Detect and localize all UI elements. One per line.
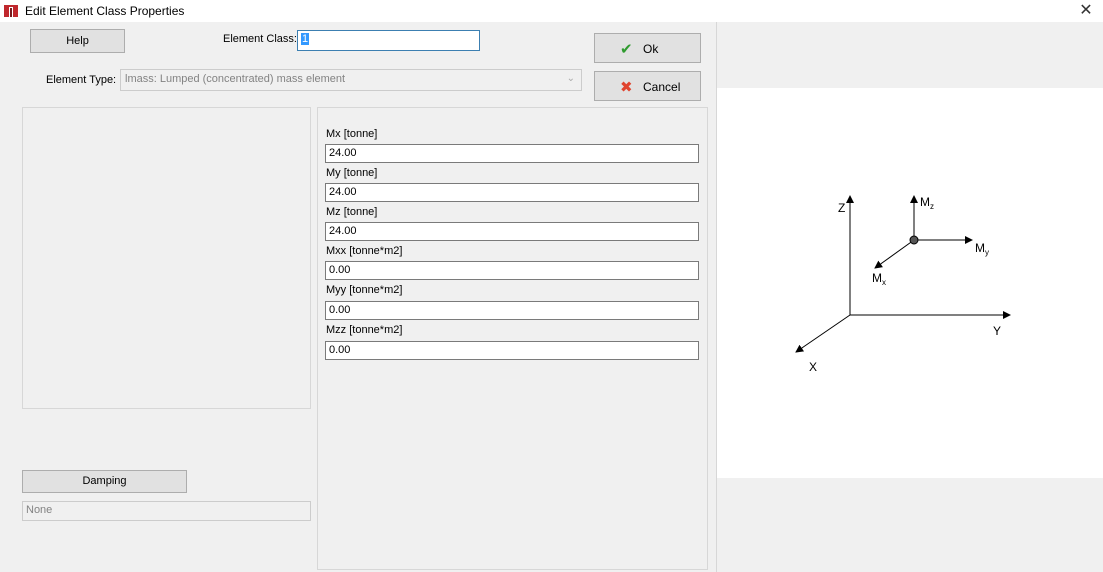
title-bar: Edit Element Class Properties ✕	[0, 0, 1103, 22]
mz-value: 24.00	[329, 225, 357, 237]
damping-field[interactable]: None	[22, 501, 311, 521]
element-class-label: Element Class:	[223, 33, 297, 45]
myy-value: 0.00	[329, 304, 351, 316]
myy-input[interactable]: 0.00	[325, 301, 699, 320]
mzz-label: Mzz [tonne*m2]	[326, 324, 403, 336]
my-input[interactable]: 24.00	[325, 183, 699, 202]
ok-button-label: Ok	[643, 42, 659, 56]
x-icon: ✖	[620, 79, 633, 96]
mx-arrow	[874, 239, 915, 269]
axis-x-label: X	[809, 360, 817, 374]
mxx-value: 0.00	[329, 264, 351, 276]
axis-diagram: Z Y X Mz My Mx	[717, 88, 1103, 478]
my-label-diagram: My	[975, 241, 989, 257]
app-icon	[4, 5, 18, 17]
element-list-panel	[22, 107, 311, 409]
element-type-dropdown[interactable]: lmass: Lumped (concentrated) mass elemen…	[120, 69, 582, 91]
cancel-button-label: Cancel	[643, 80, 681, 94]
damping-button-label: Damping	[82, 475, 127, 487]
damping-value: None	[26, 504, 53, 516]
mzz-value: 0.00	[329, 344, 351, 356]
help-button[interactable]: Help	[30, 29, 125, 53]
dialog-client-area: Help Element Class: 1 Element Type: lmas…	[0, 22, 1103, 572]
my-value: 24.00	[329, 186, 357, 198]
my-label: My [tonne]	[326, 167, 378, 179]
mx-value: 24.00	[329, 147, 357, 159]
close-button[interactable]: ✕	[1075, 1, 1097, 21]
mz-label: Mz [tonne]	[326, 206, 378, 218]
window-title: Edit Element Class Properties	[25, 4, 185, 18]
damping-button[interactable]: Damping	[22, 470, 187, 493]
mxx-input[interactable]: 0.00	[325, 261, 699, 280]
myy-label: Myy [tonne*m2]	[326, 284, 403, 296]
mx-label-diagram: Mx	[872, 271, 886, 287]
ok-button[interactable]: ✔ Ok	[594, 33, 701, 63]
element-class-input[interactable]: 1	[297, 30, 480, 51]
axis-z-label: Z	[838, 201, 845, 215]
mzz-input[interactable]: 0.00	[325, 341, 699, 360]
x-axis	[795, 314, 851, 353]
mz-input[interactable]: 24.00	[325, 222, 699, 241]
mass-node	[909, 235, 919, 245]
mxx-label: Mxx [tonne*m2]	[326, 245, 403, 257]
checkmark-icon: ✔	[620, 41, 633, 58]
mx-label: Mx [tonne]	[326, 128, 378, 140]
cancel-button[interactable]: ✖ Cancel	[594, 71, 701, 101]
element-type-value: lmass: Lumped (concentrated) mass elemen…	[125, 73, 346, 85]
mx-input[interactable]: 24.00	[325, 144, 699, 163]
mz-label-diagram: Mz	[920, 195, 934, 211]
element-class-value: 1	[301, 33, 310, 45]
axis-y-label: Y	[993, 324, 1001, 338]
help-button-label: Help	[66, 35, 89, 47]
axis-diagram-svg: Z Y X Mz My Mx	[795, 195, 1011, 374]
element-type-label: Element Type:	[46, 74, 117, 86]
chevron-down-icon: ⌄	[566, 73, 575, 84]
